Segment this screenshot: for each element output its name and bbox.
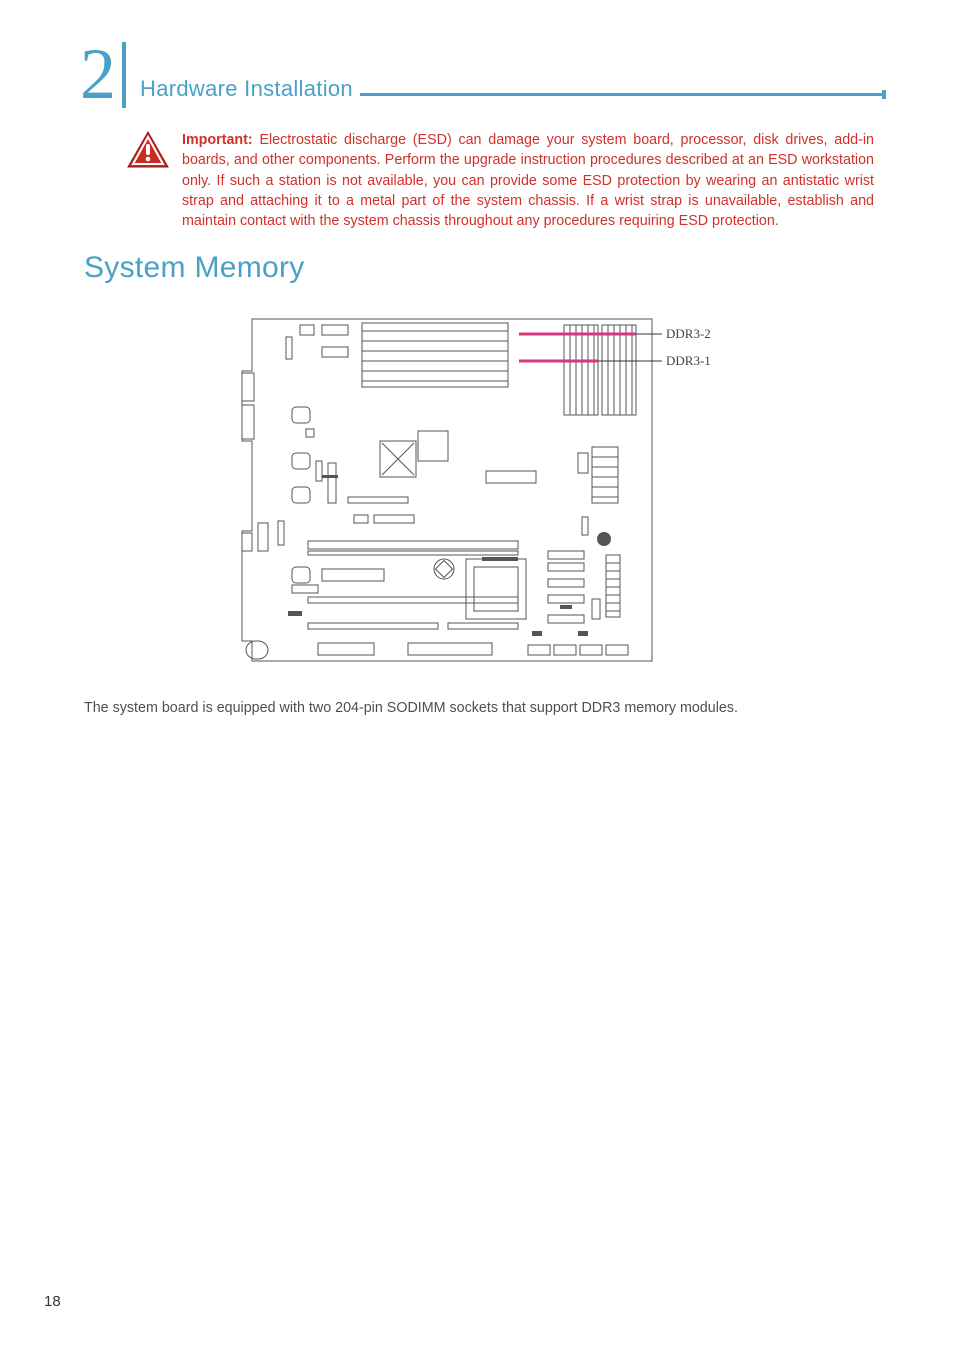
chapter-divider — [122, 42, 126, 108]
ddr3-2-label: DDR3-2 — [666, 326, 711, 341]
ddr3-1-label: DDR3-1 — [666, 353, 711, 368]
important-text: Important: Electrostatic discharge (ESD)… — [182, 130, 874, 231]
important-label: Important: — [182, 132, 253, 148]
chapter-header: 2 Hardware Installation — [80, 30, 874, 102]
header-rule — [360, 93, 884, 96]
chapter-number: 2 — [80, 38, 116, 110]
chapter-title: Hardware Installation — [140, 76, 353, 101]
page-number: 18 — [44, 1293, 61, 1310]
chapter-title-row: Hardware Installation — [140, 76, 874, 102]
board-diagram: DDR3-2 DDR3-1 — [80, 301, 874, 676]
warning-icon — [126, 130, 170, 170]
important-body: Electrostatic discharge (ESD) can damage… — [182, 132, 874, 229]
section-title: System Memory — [84, 251, 874, 285]
body-paragraph: The system board is equipped with two 20… — [84, 698, 874, 718]
important-callout: Important: Electrostatic discharge (ESD)… — [126, 130, 874, 231]
